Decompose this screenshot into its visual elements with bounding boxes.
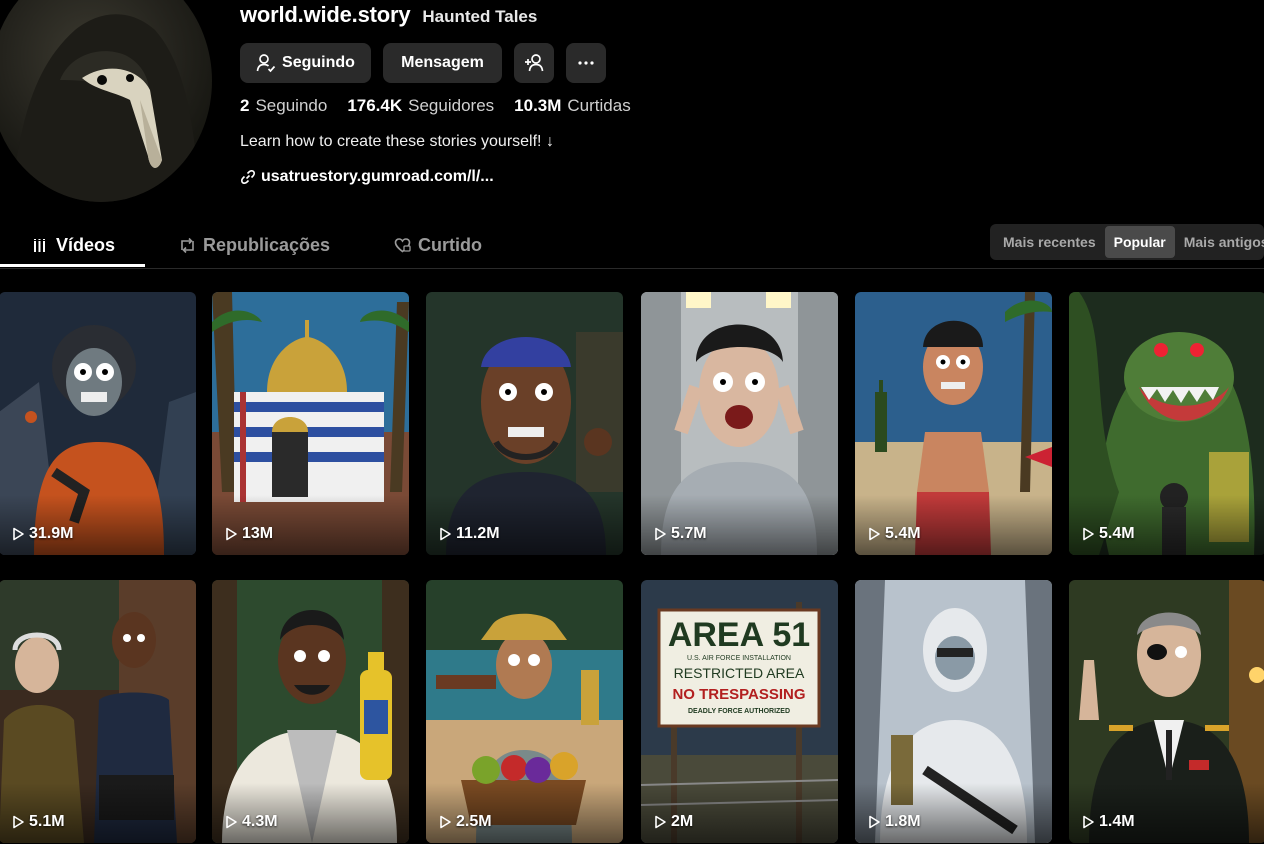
stat-value: 10.3M xyxy=(514,96,562,115)
person-add-icon xyxy=(525,54,544,72)
view-count: 5.4M xyxy=(867,525,921,543)
tab-liked-label: Curtido xyxy=(418,235,482,255)
profile-avatar[interactable] xyxy=(0,0,212,202)
stat-label: Seguidores xyxy=(408,96,495,115)
stat-likes: 10.3M Curtidas xyxy=(514,96,631,116)
view-count: 31.9M xyxy=(11,525,73,543)
play-icon xyxy=(440,527,451,541)
video-card[interactable]: 2.5M xyxy=(426,580,623,843)
view-count: 5.7M xyxy=(653,525,707,543)
view-count: 2.5M xyxy=(438,813,492,831)
tab-reposts-label: Republicações xyxy=(203,235,331,255)
video-card[interactable]: 11.2M xyxy=(426,292,623,555)
play-icon xyxy=(226,527,237,541)
play-icon xyxy=(655,815,666,829)
stat-label: Seguindo xyxy=(255,96,328,115)
play-icon xyxy=(869,527,880,541)
sign-restricted: RESTRICTED AREA xyxy=(674,665,805,681)
message-label: Mensagem xyxy=(401,54,484,71)
stat-label: Curtidas xyxy=(567,96,631,115)
sign-deadly-force: DEADLY FORCE AUTHORIZED xyxy=(688,708,790,715)
video-card[interactable]: 1.4M xyxy=(1069,580,1264,843)
view-count: 5.4M xyxy=(1081,525,1135,543)
stat-value: 2 xyxy=(240,96,250,115)
sign-title: AREA 51 xyxy=(668,616,810,654)
sort-oldest[interactable]: Mais antigos xyxy=(1175,226,1264,258)
play-icon xyxy=(655,527,666,541)
stat-following[interactable]: 2 Seguindo xyxy=(240,96,327,116)
view-count-label: 31.9M xyxy=(29,525,74,542)
sort-most-recent[interactable]: Mais recentes xyxy=(994,226,1105,258)
view-count-label: 5.4M xyxy=(885,525,921,542)
tab-reposts[interactable]: Republicações xyxy=(179,224,330,267)
view-count-label: 1.8M xyxy=(885,813,921,830)
video-card[interactable]: 4.3M xyxy=(212,580,409,843)
person-check-icon xyxy=(256,54,276,73)
view-count: 1.8M xyxy=(867,813,921,831)
play-icon xyxy=(1083,815,1094,829)
tab-videos[interactable]: Vídeos xyxy=(33,224,115,267)
grid-bars-icon xyxy=(34,238,45,252)
stat-value: 176.4K xyxy=(347,96,403,115)
view-count: 11.2M xyxy=(438,525,500,543)
nickname: Haunted Tales xyxy=(422,7,538,26)
video-card[interactable]: 5.7M xyxy=(641,292,838,555)
link-icon xyxy=(241,170,255,184)
view-count-label: 4.3M xyxy=(242,813,278,830)
view-count-label: 11.2M xyxy=(456,525,500,542)
more-options-button[interactable] xyxy=(566,43,606,83)
view-count-label: 2M xyxy=(671,813,694,830)
view-count: 5.1M xyxy=(11,813,65,831)
profile-bio: Learn how to create these stories yourse… xyxy=(240,133,554,150)
profile-link[interactable]: usatruestory.gumroad.com/l/... xyxy=(240,168,494,186)
view-count-label: 13M xyxy=(242,525,274,542)
video-card[interactable]: 13M xyxy=(212,292,409,555)
stat-followers[interactable]: 176.4K Seguidores xyxy=(347,96,494,116)
more-dots-icon xyxy=(578,61,594,65)
tab-liked[interactable]: Curtido xyxy=(394,224,482,267)
heart-icon xyxy=(394,238,411,253)
view-count-label: 5.4M xyxy=(1099,525,1135,542)
repost-icon xyxy=(181,237,194,254)
video-card[interactable]: AREA 51 U.S. AIR FORCE INSTALLATION REST… xyxy=(641,580,838,843)
sign-subtitle: U.S. AIR FORCE INSTALLATION xyxy=(687,655,791,662)
play-icon xyxy=(440,815,451,829)
play-icon xyxy=(1083,527,1094,541)
video-card[interactable]: 5.4M xyxy=(855,292,1052,555)
video-card[interactable]: 31.9M xyxy=(0,292,196,555)
following-button[interactable]: Seguindo xyxy=(240,43,371,83)
view-count: 4.3M xyxy=(224,813,278,831)
add-friend-button[interactable] xyxy=(514,43,554,83)
username: world.wide.story xyxy=(240,2,411,27)
view-count: 2M xyxy=(653,813,693,831)
video-card[interactable]: 5.4M xyxy=(1069,292,1264,555)
tab-videos-label: Vídeos xyxy=(56,235,116,255)
video-card[interactable]: 5.1M xyxy=(0,580,196,843)
view-count: 1.4M xyxy=(1081,813,1135,831)
sort-selector: Mais recentes Popular Mais antigos xyxy=(990,224,1264,260)
video-card[interactable]: 1.8M xyxy=(855,580,1052,843)
sign-no-trespassing: NO TRESPASSING xyxy=(672,686,805,703)
profile-stats: 2 Seguindo 176.4K Seguidores 10.3M Curtidas xyxy=(240,96,631,116)
view-count-label: 1.4M xyxy=(1099,813,1135,830)
sort-popular[interactable]: Popular xyxy=(1104,226,1175,258)
view-count-label: 5.1M xyxy=(29,813,65,830)
profile-name-row: world.wide.story Haunted Tales xyxy=(240,2,537,28)
play-icon xyxy=(13,815,24,829)
following-label: Seguindo xyxy=(282,54,355,71)
play-icon xyxy=(226,815,237,829)
play-icon xyxy=(869,815,880,829)
view-count-label: 2.5M xyxy=(456,813,492,830)
view-count-label: 5.7M xyxy=(671,525,707,542)
profile-actions: Seguindo Mensagem xyxy=(240,43,606,83)
plague-doctor-image xyxy=(10,14,200,202)
message-button[interactable]: Mensagem xyxy=(383,43,502,83)
active-tab-indicator xyxy=(0,264,145,267)
play-icon xyxy=(13,527,24,541)
profile-link-text: usatruestory.gumroad.com/l/... xyxy=(261,168,494,185)
view-count: 13M xyxy=(224,525,273,543)
